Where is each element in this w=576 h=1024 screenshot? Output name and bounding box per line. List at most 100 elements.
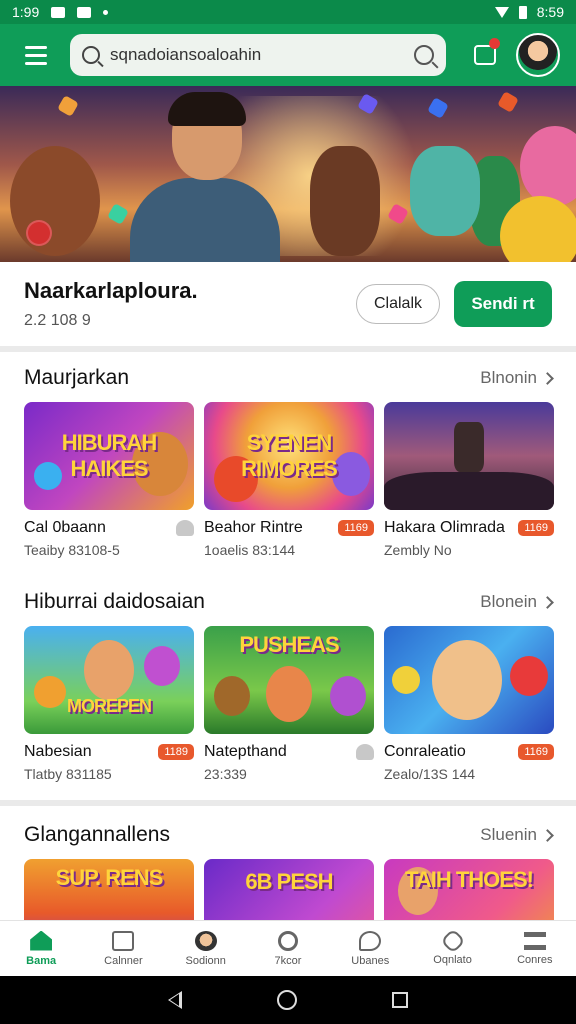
rating-badge: 1169 xyxy=(518,744,554,760)
game-card[interactable]: HIBURAH HAIKES Cal 0baann Teaiby 83108-5 xyxy=(24,402,194,558)
game-name: Beahor Rintre xyxy=(204,519,303,536)
nav-label: Sodionn xyxy=(185,954,226,967)
rating-badge: 1189 xyxy=(158,744,194,760)
app-bar: sqnadoiansoaloahin xyxy=(0,24,576,86)
profile-icon xyxy=(194,930,217,951)
nav-profile[interactable]: Sodionn xyxy=(165,921,247,976)
game-art-text: HIBURAH HAIKES xyxy=(61,430,157,481)
game-name: Cal 0baann xyxy=(24,519,106,536)
heart-icon[interactable] xyxy=(356,744,374,760)
home-icon xyxy=(30,930,53,951)
see-more-label: Sluenin xyxy=(480,825,537,844)
chevron-right-icon xyxy=(541,828,554,842)
home-circle-icon[interactable] xyxy=(276,990,297,1010)
status-time-right: 8:59 xyxy=(536,4,564,20)
menu-icon[interactable] xyxy=(12,31,60,79)
game-meta: Zealo/13S 144 xyxy=(384,766,476,782)
nav-home[interactable]: Bama xyxy=(0,921,82,976)
game-thumbnail[interactable]: PUSHEAS xyxy=(204,626,374,734)
section-title: Maurjarkan xyxy=(24,366,130,389)
nav-label: Oqnlato xyxy=(433,953,472,966)
heart-icon[interactable] xyxy=(176,520,194,536)
game-thumbnail[interactable] xyxy=(384,626,554,734)
chevron-right-icon xyxy=(541,595,554,609)
hero-character xyxy=(520,126,576,206)
notification-icon xyxy=(77,6,92,18)
section-2: Hiburrai daidosaian Blonein MOREPEN Nabe… xyxy=(0,582,576,782)
avatar[interactable] xyxy=(516,33,560,77)
nav-tools[interactable]: Oqnlato xyxy=(411,921,493,976)
game-art-text: PUSHEAS xyxy=(239,632,339,657)
game-card[interactable]: SYENEN RIMORES Beahor Rintre 1169 1oaelis… xyxy=(204,402,374,558)
hero-character xyxy=(310,146,380,256)
see-more-link[interactable]: Blonein xyxy=(480,592,554,612)
game-name: Nabesian xyxy=(24,743,92,760)
dot-icon xyxy=(103,9,109,15)
hero-character xyxy=(10,146,100,256)
rating-badge: 1169 xyxy=(338,520,374,536)
search-input[interactable]: sqnadoiansoaloahin xyxy=(110,45,404,65)
nav-chat[interactable]: Ubanes xyxy=(329,921,411,976)
profile-row: Naarkarlaploura. 2.2 108 9 Clalalk Sendi… xyxy=(0,262,576,346)
divider xyxy=(0,800,576,806)
see-more-label: Blonein xyxy=(480,592,537,611)
record-icon[interactable] xyxy=(26,220,52,246)
back-icon[interactable] xyxy=(167,991,182,1009)
section-title: Glangannallens xyxy=(24,823,170,846)
game-thumbnail[interactable]: MOREPEN xyxy=(24,626,194,734)
chat-icon xyxy=(359,930,382,951)
search-icon xyxy=(82,46,100,64)
status-bar: 1:99 8:59 xyxy=(0,0,576,24)
game-meta: Zembly No xyxy=(384,542,452,558)
section-1: Maurjarkan Blnonin HIBURAH HAIKES Cal 0b… xyxy=(0,358,576,558)
hero-character xyxy=(410,146,480,236)
rating-badge: 1169 xyxy=(518,520,554,536)
chevron-right-icon xyxy=(541,371,554,385)
game-name: Natepthand xyxy=(204,743,287,760)
follow-button[interactable]: Clalalk xyxy=(356,284,440,324)
notification-badge xyxy=(489,38,500,49)
game-card[interactable]: Conraleatio 1169 Zealo/13S 144 xyxy=(384,626,554,782)
status-time: 1:99 xyxy=(12,4,40,20)
nav-label: Conres xyxy=(517,953,553,966)
game-meta: 23:339 xyxy=(204,766,247,782)
section-title: Hiburrai daidosaian xyxy=(24,590,205,613)
nav-label: Ubanes xyxy=(351,954,390,967)
game-thumbnail[interactable]: HIBURAH HAIKES xyxy=(24,402,194,510)
battery-icon xyxy=(518,5,527,19)
game-art-text: MOREPEN xyxy=(66,696,152,716)
nav-label: 7kcor xyxy=(274,954,302,967)
game-art-text: 6B PESH xyxy=(245,869,333,894)
game-name: Conraleatio xyxy=(384,743,466,760)
recents-icon[interactable] xyxy=(392,992,409,1008)
see-more-link[interactable]: Sluenin xyxy=(480,825,554,845)
search-bar[interactable]: sqnadoiansoaloahin xyxy=(70,34,446,76)
notifications-button[interactable] xyxy=(468,38,502,72)
game-thumbnail[interactable]: SYENEN RIMORES xyxy=(204,402,374,510)
hero-person xyxy=(120,92,290,262)
nav-stack[interactable]: Conres xyxy=(494,921,576,976)
circle-icon xyxy=(277,930,298,951)
game-card[interactable]: MOREPEN Nabesian 1189 Tlatby 831185 xyxy=(24,626,194,782)
send-button[interactable]: Sendi rt xyxy=(454,281,552,327)
nav-circle[interactable]: 7kcor xyxy=(247,921,329,976)
stack-icon xyxy=(523,931,546,950)
game-meta: 1oaelis 83:144 xyxy=(204,542,296,558)
game-thumbnail[interactable] xyxy=(384,402,554,510)
wifi-icon xyxy=(494,6,509,18)
game-card[interactable]: PUSHEAS Natepthand 23:339 xyxy=(204,626,374,782)
scissors-icon xyxy=(439,927,466,954)
nav-calendar[interactable]: Calnner xyxy=(82,921,164,976)
page-title: Naarkarlaploura. xyxy=(24,278,198,303)
mail-icon xyxy=(51,6,66,18)
game-name: Hakara Olimrada xyxy=(384,519,505,536)
nav-label: Bama xyxy=(26,954,57,967)
hero-banner[interactable] xyxy=(0,86,576,262)
game-art-text: SUP. RENS xyxy=(55,865,164,890)
see-more-link[interactable]: Blnonin xyxy=(480,368,554,388)
search-submit-icon[interactable] xyxy=(414,45,434,65)
calendar-icon xyxy=(112,930,135,951)
game-meta: Teaiby 83108-5 xyxy=(24,542,120,558)
game-art-text: TAIH THOES! xyxy=(405,867,534,892)
game-card[interactable]: Hakara Olimrada 1169 Zembly No xyxy=(384,402,554,558)
